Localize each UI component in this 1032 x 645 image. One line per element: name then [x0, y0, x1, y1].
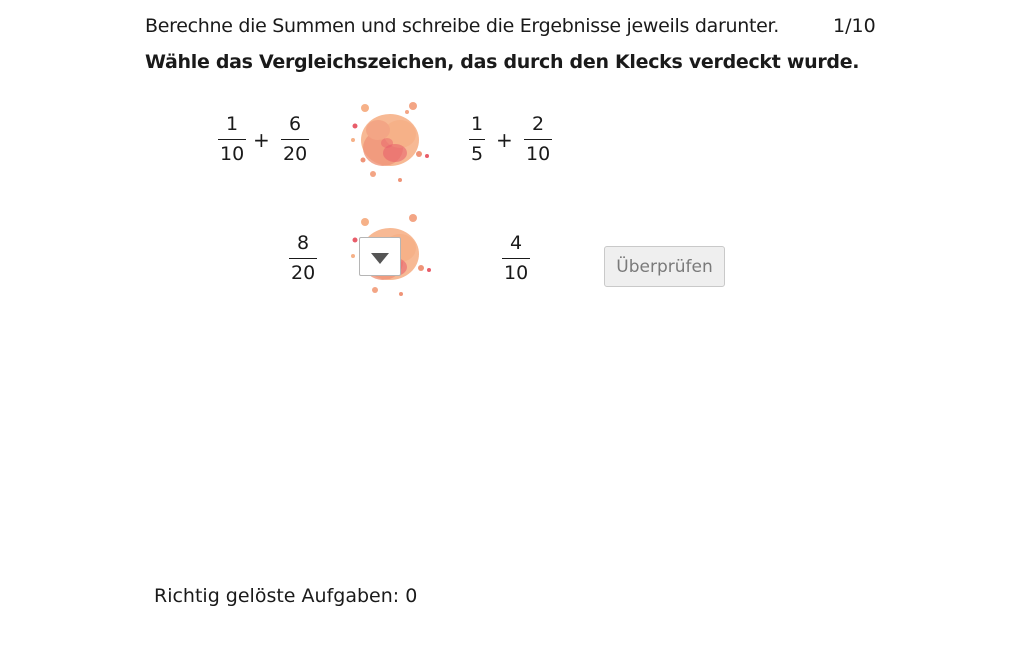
row2-left-fraction: 8 20	[289, 232, 318, 284]
denominator: 5	[471, 143, 484, 165]
plus-operator: +	[496, 128, 513, 152]
score-line: Richtig gelöste Aufgaben: 0	[154, 585, 417, 607]
denominator: 10	[526, 143, 551, 165]
paint-splatter-icon	[351, 102, 429, 182]
caret-down-icon	[371, 252, 389, 264]
numerator: 8	[297, 232, 310, 254]
denominator: 10	[504, 262, 529, 284]
row2-right-fraction: 4 10	[502, 232, 531, 284]
check-button[interactable]: Überprüfen	[604, 246, 725, 287]
task-text: Wähle das Vergleichszeichen, das durch d…	[145, 51, 860, 73]
numerator: 4	[510, 232, 523, 254]
denominator: 20	[291, 262, 316, 284]
score-value: 0	[405, 585, 418, 607]
row1-right-fraction-b: 2 10	[524, 113, 553, 165]
row1-left-fraction-a: 1 10	[218, 113, 247, 165]
numerator: 6	[289, 113, 302, 135]
plus-operator: +	[253, 128, 270, 152]
score-label: Richtig gelöste Aufgaben:	[154, 585, 400, 607]
row1-right-fraction-a: 1 5	[469, 113, 486, 165]
row1-left-fraction-b: 6 20	[281, 113, 310, 165]
task-counter: 1/10	[833, 15, 876, 37]
denominator: 20	[283, 143, 308, 165]
numerator: 1	[226, 113, 239, 135]
denominator: 10	[220, 143, 245, 165]
exercise-page: Berechne die Summen und schreibe die Erg…	[0, 0, 1032, 645]
numerator: 1	[471, 113, 484, 135]
numerator: 2	[532, 113, 545, 135]
instruction-text: Berechne die Summen und schreibe die Erg…	[145, 15, 779, 37]
comparison-select[interactable]	[359, 237, 401, 276]
